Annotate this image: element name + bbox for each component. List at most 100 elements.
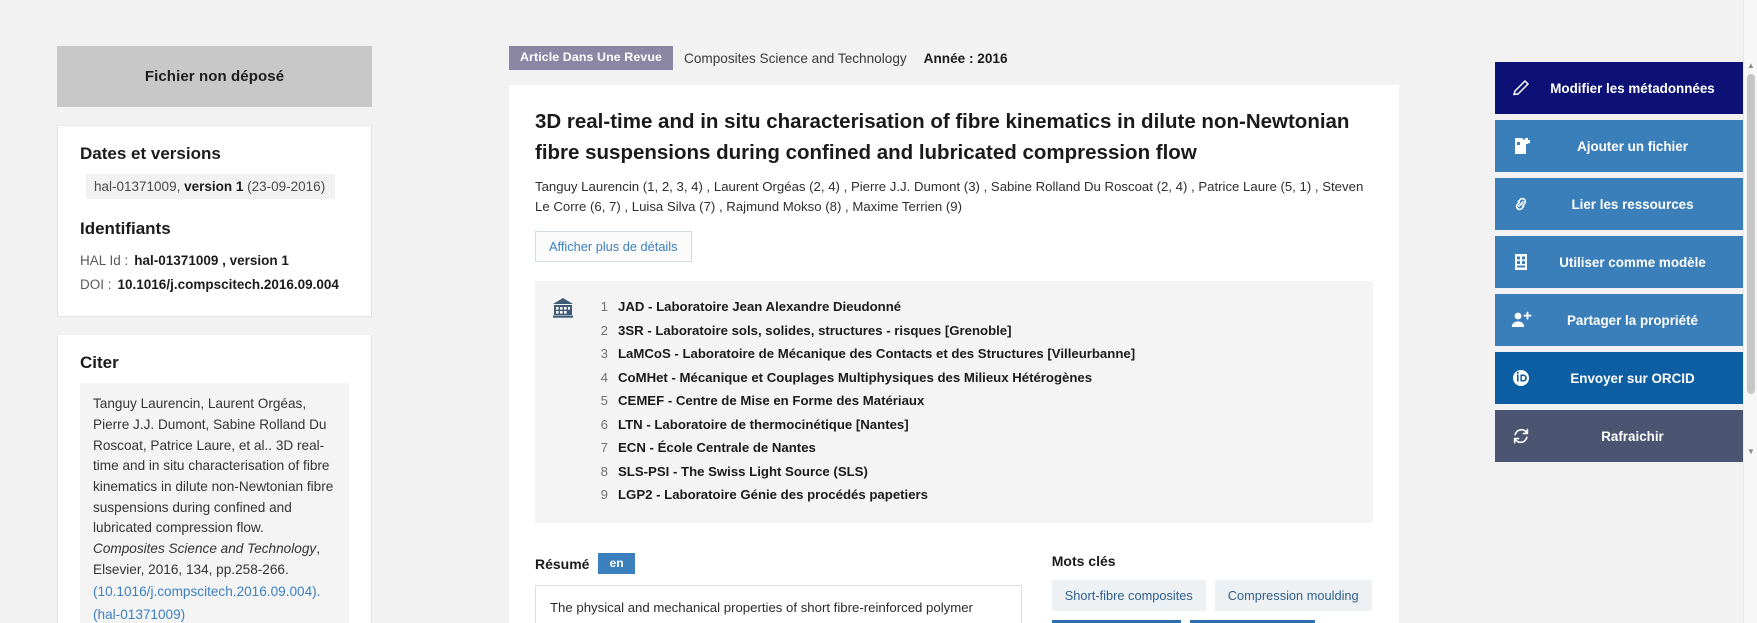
laboratory-item[interactable]: 1 JAD - Laboratoire Jean Alexandre Dieudo…: [595, 295, 1135, 319]
doi-row: DOI : 10.1016/j.compscitech.2016.09.004: [80, 273, 349, 297]
dates-versions-heading: Dates et versions: [80, 144, 221, 163]
version-number: version 1: [184, 179, 244, 194]
main-column: Article Dans Une Revue Composites Scienc…: [509, 46, 1399, 623]
journal-name: Composites Science and Technology: [684, 50, 907, 66]
hal-id-value: hal-01371009 , version 1: [134, 253, 289, 268]
doi-label: DOI :: [80, 276, 112, 292]
keywords-list: Short-fibre composites Compression mouldi…: [1051, 579, 1373, 623]
action-button-user-plus[interactable]: Partager la propriété: [1495, 294, 1744, 346]
keywords-column: Mots clés Short-fibre composites Compress…: [1051, 553, 1373, 623]
page-scrollbar[interactable]: ▲ ▼: [1743, 0, 1757, 623]
laboratory-number: 9: [600, 487, 608, 503]
laboratory-item[interactable]: 6 LTN - Laboratoire de thermocinétique [N…: [595, 413, 1135, 437]
action-button-link[interactable]: Lier les ressources: [1495, 178, 1744, 230]
laboratory-number: 6: [600, 416, 608, 432]
user-plus-icon: [1495, 310, 1547, 330]
keyword-tag[interactable]: Compression moulding: [1214, 579, 1372, 611]
laboratory-item[interactable]: 9 LGP2 - Laboratoire Génie des procédés p…: [595, 483, 1135, 507]
link-icon: [1495, 194, 1547, 214]
laboratory-item[interactable]: 3 LaMCoS - Laboratoire de Mécanique des C…: [595, 342, 1135, 366]
resume-heading-label: Résumé: [535, 555, 590, 572]
authors-list: Tanguy Laurencin (1, 2, 3, 4) , Laurent …: [535, 178, 1364, 214]
refresh-icon: [1495, 426, 1547, 446]
doi-value: 10.1016/j.compscitech.2016.09.004: [117, 276, 339, 292]
template-icon: [1495, 252, 1547, 272]
resume-language-chip[interactable]: en: [598, 552, 635, 575]
publication-topline: Article Dans Une Revue Composites Scienc…: [509, 46, 1399, 70]
version-separator: ,: [176, 179, 185, 194]
laboratory-name: JAD - Laboratoire Jean Alexandre Dieudon…: [618, 299, 902, 315]
action-button-label: Modifier les métadonnées: [1550, 80, 1715, 96]
action-button-template[interactable]: Utiliser comme modèle: [1495, 236, 1744, 288]
citation-hal-link[interactable]: (hal-01371009): [93, 605, 336, 623]
institution-icon: [551, 295, 577, 507]
laboratory-item[interactable]: 5 CEMEF - Centre de Mise en Forme des Mat…: [595, 389, 1135, 413]
action-button-pencil[interactable]: Modifier les métadonnées: [1495, 62, 1744, 114]
resume-column: Résumé en The physical and mechanical pr…: [535, 552, 1022, 623]
action-button-refresh[interactable]: Rafraichir: [1495, 410, 1744, 462]
laboratory-number: 7: [600, 440, 608, 456]
laboratories-block: 1 JAD - Laboratoire Jean Alexandre Dieudo…: [535, 281, 1373, 523]
action-button-label: Ajouter un fichier: [1577, 138, 1688, 154]
citer-heading: Citer: [80, 353, 119, 373]
laboratory-name: LaMCoS - Laboratoire de Mécanique des Co…: [618, 346, 1136, 362]
file-plus-icon: [1495, 136, 1547, 156]
publication-year: Année : 2016: [923, 50, 1008, 66]
file-status-banner: Fichier non déposé: [57, 46, 372, 107]
page-title: 3D real-time and in situ characterisatio…: [535, 110, 1350, 164]
keywords-heading-label: Mots clés: [1051, 552, 1116, 569]
laboratories-list: 1 JAD - Laboratoire Jean Alexandre Dieudo…: [595, 295, 1135, 507]
page-root: Fichier non déposé Dates et versions hal…: [0, 0, 1757, 623]
scrollbar-up-arrow-icon[interactable]: ▲: [1744, 58, 1757, 72]
dates-versions-card: Dates et versions hal-01371009, version …: [57, 125, 372, 318]
laboratory-number: 2: [600, 322, 608, 338]
laboratory-name: LTN - Laboratoire de thermocinétique [Na…: [618, 416, 909, 432]
abstract-text: The physical and mechanical properties o…: [535, 585, 1022, 623]
show-more-details-button[interactable]: Afficher plus de détails: [535, 231, 692, 263]
action-button-label: Rafraichir: [1601, 428, 1664, 444]
scrollbar-down-arrow-icon[interactable]: ▼: [1744, 444, 1757, 458]
citer-card: Citer Tanguy Laurencin, Laurent Orgéas, …: [57, 335, 372, 623]
citation-authors: Tanguy Laurencin, Laurent Orgéas, Pierre…: [93, 396, 334, 536]
laboratory-item[interactable]: 2 3SR - Laboratoire sols, solides, struct…: [595, 319, 1135, 343]
article-card: 3D real-time and in situ characterisatio…: [509, 85, 1399, 623]
laboratory-number: 3: [600, 346, 608, 362]
version-date: (23-09-2016): [247, 179, 326, 194]
action-button-label: Envoyer sur ORCID: [1570, 370, 1695, 386]
abstract-keywords-row: Résumé en The physical and mechanical pr…: [535, 552, 1373, 623]
laboratory-number: 5: [600, 393, 608, 409]
action-button-file-plus[interactable]: Ajouter un fichier: [1495, 120, 1744, 172]
orcid-icon: [1495, 368, 1547, 388]
hal-id-label: HAL Id :: [80, 253, 129, 268]
action-button-label: Utiliser comme modèle: [1559, 254, 1706, 270]
identifiers-heading: Identifiants: [80, 219, 171, 238]
laboratory-name: 3SR - Laboratoire sols, solides, structu…: [618, 322, 1012, 338]
laboratory-name: SLS-PSI - The Swiss Light Source (SLS): [618, 463, 868, 479]
sidebar: Fichier non déposé Dates et versions hal…: [57, 46, 372, 623]
laboratory-item[interactable]: 8 SLS-PSI - The Swiss Light Source (SLS): [595, 460, 1135, 484]
laboratory-number: 1: [600, 299, 608, 315]
action-button-label: Partager la propriété: [1567, 312, 1698, 328]
laboratory-name: CEMEF - Centre de Mise en Forme des Maté…: [618, 393, 925, 409]
keywords-header: Mots clés: [1052, 553, 1373, 569]
resume-header: Résumé en: [535, 552, 1022, 575]
actions-menu: Modifier les métadonnées Ajouter un fichi…: [1495, 62, 1744, 468]
pencil-icon: [1495, 78, 1547, 98]
laboratory-name: LGP2 - Laboratoire Génie des procédés pa…: [618, 487, 929, 503]
scrollbar-thumb[interactable]: [1747, 74, 1755, 394]
citation-journal: Composites Science and Technology: [93, 540, 317, 556]
laboratory-name: CoMHet - Mécanique et Couplages Multiphy…: [618, 369, 1093, 385]
laboratory-name: ECN - École Centrale de Nantes: [618, 440, 816, 456]
action-button-label: Lier les ressources: [1571, 196, 1694, 212]
action-button-orcid[interactable]: Envoyer sur ORCID: [1495, 352, 1744, 404]
laboratory-item[interactable]: 7 ECN - École Centrale de Nantes: [595, 436, 1135, 460]
document-type-badge: Article Dans Une Revue: [509, 46, 673, 70]
laboratory-number: 8: [600, 463, 608, 479]
version-hal-id: hal-01371009: [94, 179, 177, 194]
citation-doi-link[interactable]: (10.1016/j.compscitech.2016.09.004).: [93, 582, 336, 603]
laboratory-number: 4: [600, 369, 608, 385]
laboratory-item[interactable]: 4 CoMHet - Mécanique et Couplages Multiph…: [595, 366, 1135, 390]
version-pill[interactable]: hal-01371009, version 1 (23-09-2016): [86, 174, 336, 199]
keyword-tag[interactable]: Short-fibre composites: [1051, 579, 1206, 611]
citation-text-box: Tanguy Laurencin, Laurent Orgéas, Pierre…: [80, 383, 349, 623]
